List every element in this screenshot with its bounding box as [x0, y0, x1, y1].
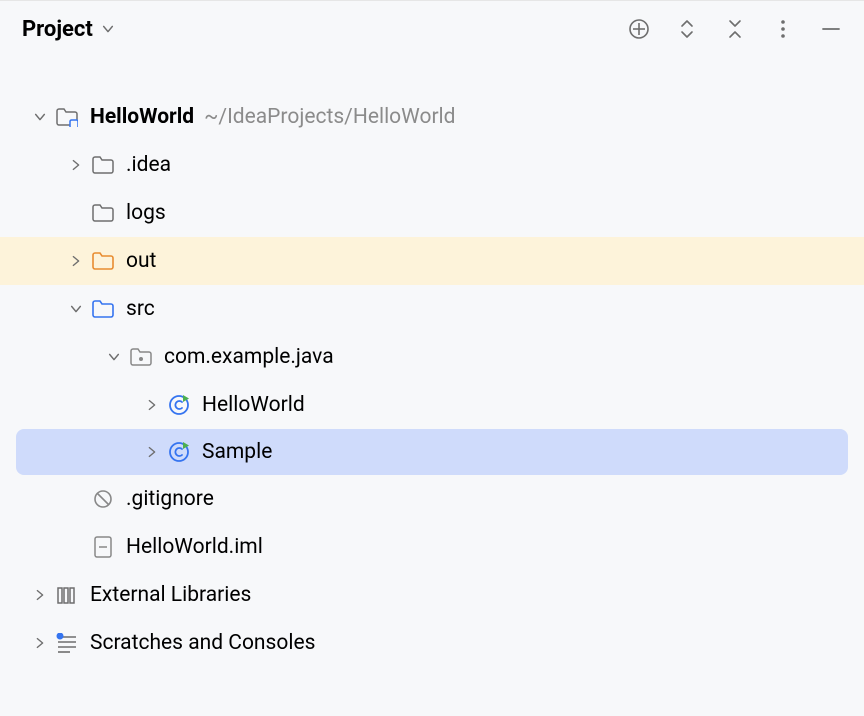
tree-node-sample-class[interactable]: Sample — [16, 429, 848, 475]
project-panel: Project — [0, 0, 864, 716]
panel-header: Project — [0, 1, 864, 57]
scratches-icon — [54, 633, 80, 653]
tree-node-package[interactable]: com.example.java — [0, 333, 864, 381]
ignored-file-icon — [90, 489, 116, 509]
expand-all-button[interactable] — [676, 18, 698, 40]
tree-node-out[interactable]: out — [0, 237, 864, 285]
tree-node-gitignore[interactable]: .gitignore — [0, 475, 864, 523]
source-folder-icon — [90, 299, 116, 319]
node-label: Sample — [202, 440, 272, 464]
package-icon — [128, 347, 154, 367]
chevron-down-icon — [101, 22, 115, 36]
node-label: src — [126, 297, 155, 321]
tree-node-helloworld-class[interactable]: HelloWorld — [0, 381, 864, 429]
chevron-right-icon — [62, 254, 90, 268]
java-class-runnable-icon — [166, 394, 192, 416]
options-button[interactable] — [772, 18, 794, 40]
tree-node-logs[interactable]: logs — [0, 189, 864, 237]
chevron-right-icon — [26, 636, 54, 650]
tree-node-scratches[interactable]: Scratches and Consoles — [0, 619, 864, 667]
hide-button[interactable] — [820, 18, 842, 40]
panel-title: Project — [22, 17, 93, 42]
node-label: out — [126, 249, 156, 273]
chevron-right-icon — [62, 158, 90, 172]
node-label: .gitignore — [126, 487, 214, 511]
chevron-right-icon — [138, 398, 166, 412]
node-label: HelloWorld — [90, 105, 194, 129]
panel-toolbar — [628, 18, 842, 40]
chevron-down-icon — [100, 350, 128, 364]
node-label: HelloWorld.iml — [126, 535, 263, 559]
module-folder-icon — [54, 107, 80, 127]
tree-node-iml[interactable]: HelloWorld.iml — [0, 523, 864, 571]
panel-title-dropdown[interactable]: Project — [22, 17, 115, 42]
tree-node-src[interactable]: src — [0, 285, 864, 333]
chevron-down-icon — [26, 110, 54, 124]
java-class-runnable-icon — [166, 441, 192, 463]
tree-node-external-libraries[interactable]: External Libraries — [0, 571, 864, 619]
node-label: HelloWorld — [202, 393, 305, 417]
tree-node-project-root[interactable]: HelloWorld ~/IdeaProjects/HelloWorld — [0, 93, 864, 141]
node-label: .idea — [126, 153, 171, 177]
node-path: ~/IdeaProjects/HelloWorld — [204, 105, 455, 129]
collapse-all-button[interactable] — [724, 18, 746, 40]
node-label: logs — [126, 201, 166, 225]
tree-node-idea[interactable]: .idea — [0, 141, 864, 189]
node-label: External Libraries — [90, 583, 251, 607]
library-icon — [54, 585, 80, 605]
folder-icon — [90, 155, 116, 175]
select-opened-file-button[interactable] — [628, 18, 650, 40]
chevron-right-icon — [138, 445, 166, 459]
file-icon — [90, 536, 116, 558]
node-label: com.example.java — [164, 345, 334, 369]
project-tree: HelloWorld ~/IdeaProjects/HelloWorld .id… — [0, 57, 864, 667]
node-label: Scratches and Consoles — [90, 631, 315, 655]
chevron-down-icon — [62, 302, 90, 316]
excluded-folder-icon — [90, 251, 116, 271]
chevron-right-icon — [26, 588, 54, 602]
folder-icon — [90, 203, 116, 223]
